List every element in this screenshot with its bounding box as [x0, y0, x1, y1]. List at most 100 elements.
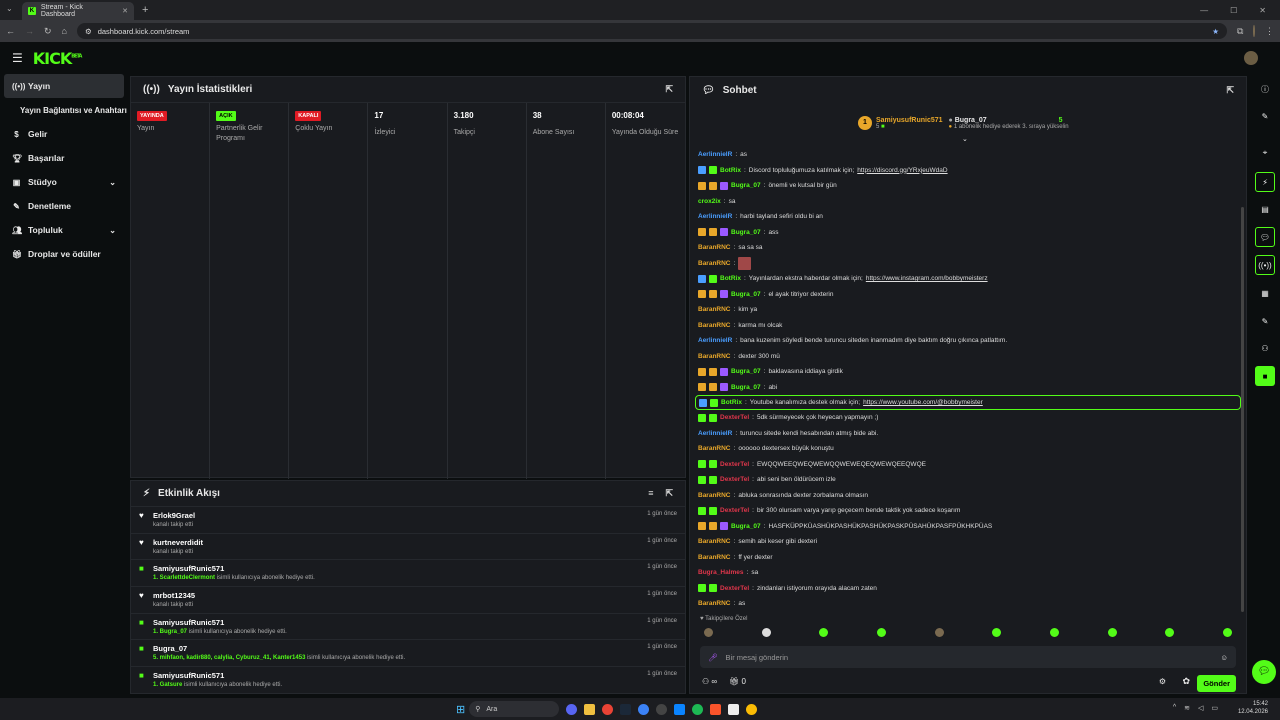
popout-icon[interactable]: ⇱ — [1226, 85, 1234, 96]
folder-icon[interactable] — [584, 703, 596, 715]
gift-count[interactable]: 🎁︎ 0 — [729, 677, 746, 686]
chat-message[interactable]: BaranRNC: oooooo dextersex büyük konuştu — [698, 441, 1238, 457]
home-icon[interactable]: ⌂ — [62, 26, 67, 36]
layout-icon[interactable]: ▦ — [1255, 283, 1275, 303]
activity-row[interactable]: ■ SamiyusufRunic571 1. Gatsure isimli ku… — [131, 667, 685, 694]
chat-username[interactable]: BotRix — [721, 399, 742, 406]
emote-icon[interactable] — [1107, 627, 1117, 637]
clipboard-icon[interactable]: ▤ — [1255, 199, 1275, 219]
brave-icon[interactable] — [710, 703, 722, 715]
send-button[interactable]: Gönder — [1197, 675, 1236, 692]
chat-username[interactable]: DexterTel — [720, 585, 749, 592]
chat-username[interactable]: BaranRNC — [698, 244, 731, 251]
emote-icon[interactable] — [1222, 627, 1232, 637]
chat-link[interactable]: https://discord.gg/YRxjeuWdaD — [857, 167, 947, 174]
notion-icon[interactable] — [728, 703, 740, 715]
maximize-icon[interactable]: ☐ — [1230, 6, 1237, 15]
chat-message[interactable]: AerlinnielR: bana kuzenim söyledi bende t… — [698, 333, 1238, 349]
popout-icon[interactable]: ⇱ — [665, 84, 673, 95]
chat-message[interactable]: BaranRNC: semih abi keser gibi dexteri — [698, 534, 1238, 550]
emote-icon[interactable] — [704, 627, 713, 637]
chat-message[interactable]: BotRix: Discord topluluğumuza katılmak iç… — [698, 163, 1238, 179]
chat-username[interactable]: DexterTel — [720, 507, 749, 514]
reload-icon[interactable]: ↻ — [44, 26, 52, 37]
new-tab-icon[interactable]: + — [142, 4, 148, 16]
back-icon[interactable]: ← — [6, 26, 15, 36]
activity-row[interactable]: ♥ kurtneverdidit kanalı takip etti 1 gün… — [131, 534, 685, 561]
emote-icon[interactable] — [934, 627, 944, 637]
obs-icon[interactable] — [656, 703, 668, 715]
chat-username[interactable]: DexterTel — [720, 476, 749, 483]
chrome-icon[interactable] — [602, 703, 614, 715]
chrome-alt-icon[interactable] — [746, 703, 758, 715]
sidebar-item-studyo[interactable]: ▣ Stüdyo ⌄ — [0, 170, 128, 194]
minimize-icon[interactable]: — — [1200, 6, 1208, 15]
close-window-icon[interactable]: ✕ — [1259, 6, 1266, 15]
extensions-icon[interactable]: ⧉ — [1237, 26, 1243, 37]
url-field[interactable]: ⚙ dashboard.kick.com/stream ★ — [76, 23, 1227, 39]
chat-username[interactable]: Bugra_07 — [731, 368, 761, 375]
chat-message[interactable]: BaranRNC: ff yer dexter — [698, 550, 1238, 566]
discord-icon[interactable] — [566, 703, 578, 715]
chat-link[interactable]: https://www.youtube.com/@bobbymeister — [863, 399, 983, 406]
kick-logo[interactable]: KICKBETA — [33, 49, 83, 68]
chat-scrollbar[interactable] — [1241, 207, 1244, 612]
quick-action-chat-icon[interactable]: 💬︎ — [1255, 227, 1275, 247]
chat-message[interactable]: BaranRNC: kim ya — [698, 302, 1238, 318]
tab-search-icon[interactable]: ⌄ — [6, 4, 13, 13]
chat-message[interactable]: crox2ix: sa — [698, 194, 1238, 210]
chat-message[interactable]: Bugra_07: HASFKÜPPKÜASHÜKPASHÜKPASHÜKPASK… — [698, 519, 1238, 535]
chat-username[interactable]: BaranRNC — [698, 353, 731, 360]
quick-action-bolt-icon[interactable]: ⚡︎ — [1255, 172, 1275, 192]
chat-link[interactable]: https://www.instagram.com/bobbymeisterz — [866, 275, 988, 282]
spotify-icon[interactable] — [692, 703, 704, 715]
app-icon[interactable] — [638, 703, 650, 715]
sidebar-item-denetleme[interactable]: ✎ Denetleme — [0, 194, 128, 218]
help-chat-button[interactable]: 💬︎ — [1252, 660, 1276, 684]
sidebar-item-yayin[interactable]: ((•)) Yayın — [4, 74, 124, 98]
chat-username[interactable]: BaranRNC — [698, 306, 731, 313]
emote-icon[interactable] — [819, 627, 829, 637]
chat-message[interactable]: Bugra_07: baklavasına iddiaya girdik — [698, 364, 1238, 380]
chat-username[interactable]: DexterTel — [720, 414, 749, 421]
gift-leaderboard[interactable]: 1 SamiyusufRunic571 5 ■ ● Bugra_07 5 ● 1… — [690, 103, 1246, 143]
browser-tab[interactable]: K Stream - Kick Dashboard ✕ — [22, 2, 134, 20]
chat-message[interactable]: BaranRNC: as — [698, 596, 1238, 612]
mic-icon[interactable]: 🎤︎ — [708, 653, 718, 662]
wrench-icon[interactable]: ✎ — [1255, 311, 1275, 331]
taskbar-search[interactable]: ⚲ Ara — [469, 701, 560, 717]
emote-icon[interactable] — [1165, 627, 1175, 637]
windows-start-icon[interactable]: ⊞ — [456, 703, 465, 716]
battery-icon[interactable]: ▭ — [1211, 704, 1218, 712]
volume-icon[interactable]: ◁ — [1198, 704, 1203, 712]
chat-username[interactable]: Bugra_07 — [731, 384, 761, 391]
sidebar-item-basarilar[interactable]: 🏆︎ Başarılar — [0, 146, 128, 170]
chat-message[interactable]: DexterTel: abi seni ben öldürücem izle — [698, 472, 1238, 488]
vscode-icon[interactable] — [674, 703, 686, 715]
chat-input[interactable]: 🎤︎ Bir mesaj gönderin ☺ — [700, 646, 1236, 668]
bookmark-star-icon[interactable]: ★ — [1212, 27, 1219, 36]
chat-message[interactable]: AerlinnielR: turuncu sitede kendi hesabın… — [698, 426, 1238, 442]
chat-username[interactable]: BotRix — [720, 167, 741, 174]
points-icon[interactable]: ⚇ ∞ — [702, 677, 717, 686]
chat-message[interactable]: BotRix: Yayınlardan ekstra haberdar olmak… — [698, 271, 1238, 287]
steam-icon[interactable] — [620, 703, 632, 715]
chat-message[interactable]: DexterTel:5dk sürmeyecek çok heyecan yap… — [698, 410, 1238, 426]
filter-icon[interactable]: ≡ — [648, 488, 653, 499]
chat-message[interactable]: DexterTel: zindanları istiyorum orayıda a… — [698, 581, 1238, 597]
chat-tools-icon[interactable]: ✿ — [1182, 676, 1190, 687]
user-avatar[interactable] — [1244, 51, 1258, 65]
kick-bot-icon[interactable]: ■ — [1255, 366, 1275, 386]
site-info-icon[interactable]: ⚙ — [85, 27, 92, 36]
emote-icon[interactable] — [876, 627, 886, 637]
chat-message[interactable]: BaranRNC: karma mı olcak — [698, 318, 1238, 334]
chat-username[interactable]: BaranRNC — [698, 445, 731, 452]
chat-message[interactable]: DexterTel: bir 300 olursam varya yarıp ge… — [698, 503, 1238, 519]
chat-message[interactable]: BaranRNC: abluka sonrasında dexter zorbal… — [698, 488, 1238, 504]
collapse-chevron-icon[interactable]: ⌄ — [962, 135, 968, 143]
quick-action-broadcast-icon[interactable]: ((•)) — [1255, 255, 1275, 275]
chat-message[interactable]: BotRix: Youtube kanalımıza destek olmak i… — [695, 395, 1241, 410]
chat-username[interactable]: AerlinnielR — [698, 151, 732, 158]
chat-message[interactable]: DexterTel: EWQQWEEQWEQWEWQQWEWEQEQWEWQEEQ… — [698, 457, 1238, 473]
chat-username[interactable]: BaranRNC — [698, 554, 731, 561]
